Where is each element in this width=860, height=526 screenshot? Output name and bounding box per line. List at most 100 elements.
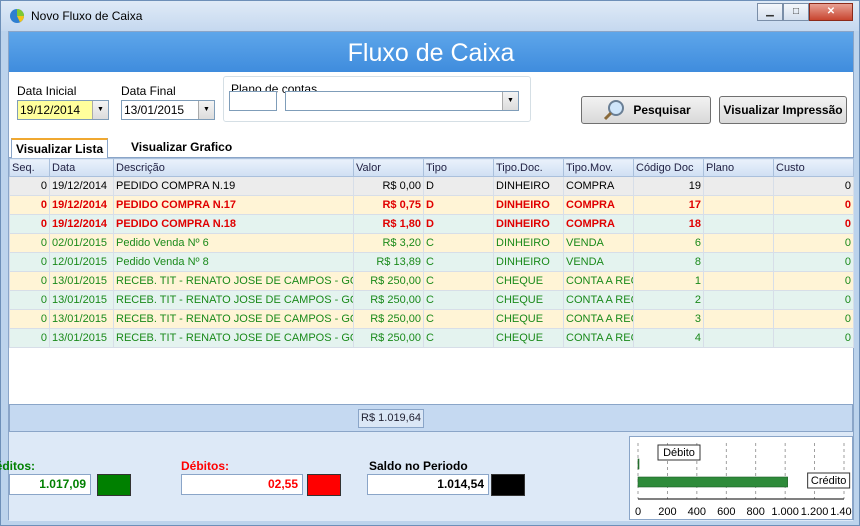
grid-column-header[interactable]: Descrição bbox=[113, 158, 354, 177]
table-cell-tipo: C bbox=[423, 252, 494, 272]
chart-data-label: Débito bbox=[657, 444, 701, 461]
table-cell-seq: 0 bbox=[9, 233, 50, 253]
table-row[interactable]: 0 13/01/2015 RECEB. TIT - RENATO JOSE DE C… bbox=[9, 328, 854, 348]
chevron-down-icon[interactable]: ▼ bbox=[92, 101, 108, 119]
table-cell-data: 19/12/2014 bbox=[49, 176, 114, 196]
title-bar[interactable]: Novo Fluxo de Caixa ▁ □ ✕ bbox=[1, 1, 859, 31]
grid-column-header[interactable]: Tipo bbox=[423, 158, 494, 177]
totals-chart: 0 200 400 600 800 1.0001.2001.400 Crédito Débit… bbox=[629, 436, 858, 520]
chevron-down-icon[interactable]: ▼ bbox=[198, 101, 214, 119]
table-row[interactable]: 0 19/12/2014 PEDIDO COMPRA N.17 R$ 0,75 D DIN… bbox=[9, 195, 854, 215]
table-row[interactable]: 0 12/01/2015 Pedido Venda Nº 8 R$ 13,89 C DIN… bbox=[9, 252, 854, 272]
grid-column-header[interactable]: Custo bbox=[773, 158, 854, 177]
plano-code-input[interactable] bbox=[229, 91, 277, 111]
table-cell-plano bbox=[703, 195, 774, 215]
grid-column-header[interactable]: Tipo.Mov. bbox=[563, 158, 634, 177]
table-cell-descricao: PEDIDO COMPRA N.18 bbox=[113, 214, 354, 234]
tab-visualizar-lista[interactable]: Visualizar Lista bbox=[11, 138, 109, 158]
chart-tick-label: 400 bbox=[688, 506, 706, 518]
table-cell-tipo: C bbox=[423, 328, 494, 348]
debitos-field: 02,55 bbox=[181, 474, 303, 495]
table-cell-data: 12/01/2015 bbox=[49, 252, 114, 272]
table-cell-tipo-mov: COMPRA bbox=[563, 214, 634, 234]
table-cell-descricao: Pedido Venda Nº 6 bbox=[113, 233, 354, 253]
table-cell-seq: 0 bbox=[9, 195, 50, 215]
table-cell-custo: 0 bbox=[773, 176, 854, 196]
table-cell-seq: 0 bbox=[9, 328, 50, 348]
close-button[interactable]: ✕ bbox=[809, 3, 853, 21]
totals-panel: Créditos: 1.017,09 Débitos: 02,55 Saldo … bbox=[0, 432, 858, 521]
plano-de-contas-select[interactable]: ▼ bbox=[285, 91, 519, 111]
table-cell-valor: R$ 1,80 bbox=[353, 214, 424, 234]
window-title: Novo Fluxo de Caixa bbox=[31, 9, 143, 23]
table-cell-tipo-doc: CHEQUE bbox=[493, 328, 564, 348]
table-cell-codigo: 3 bbox=[633, 309, 704, 329]
maximize-button[interactable]: □ bbox=[783, 3, 809, 21]
client-area: Fluxo de Caixa Data Inicial 19/12/2014 ▼… bbox=[0, 31, 858, 521]
page-title: Fluxo de Caixa bbox=[9, 32, 853, 72]
chart-data-label: Crédito bbox=[807, 472, 851, 489]
grid-column-header[interactable]: Plano bbox=[703, 158, 774, 177]
table-cell-custo: 0 bbox=[773, 195, 854, 215]
table-cell-codigo: 6 bbox=[633, 233, 704, 253]
table-cell-plano bbox=[703, 309, 774, 329]
table-cell-plano bbox=[703, 290, 774, 310]
chart-tick-label: 200 bbox=[658, 506, 676, 518]
data-inicial-field[interactable]: 19/12/2014 ▼ bbox=[17, 100, 109, 120]
saldo-label: Saldo no Periodo bbox=[369, 459, 468, 473]
table-cell-data: 13/01/2015 bbox=[49, 271, 114, 291]
chevron-down-icon[interactable]: ▼ bbox=[502, 92, 518, 110]
table-cell-seq: 0 bbox=[9, 309, 50, 329]
table-cell-data: 19/12/2014 bbox=[49, 214, 114, 234]
table-cell-codigo: 19 bbox=[633, 176, 704, 196]
table-cell-valor: R$ 250,00 bbox=[353, 309, 424, 329]
table-cell-tipo-mov: CONTA A RECEBER bbox=[563, 309, 634, 329]
table-cell-custo: 0 bbox=[773, 328, 854, 348]
chart-tick-label: 800 bbox=[747, 506, 765, 518]
table-cell-descricao: RECEB. TIT - RENATO JOSE DE CAMPOS - GOI… bbox=[113, 290, 354, 310]
chart-tick-label: 1.400 bbox=[830, 506, 852, 518]
table-cell-custo: 0 bbox=[773, 233, 854, 253]
table-cell-codigo: 2 bbox=[633, 290, 704, 310]
table-cell-valor: R$ 3,20 bbox=[353, 233, 424, 253]
saldo-color-swatch bbox=[491, 474, 525, 496]
chart-tick-label: 1.000 bbox=[771, 506, 799, 518]
table-row[interactable]: 0 19/12/2014 PEDIDO COMPRA N.19 R$ 0,00 D DIN… bbox=[9, 176, 854, 196]
table-row[interactable]: 0 13/01/2015 RECEB. TIT - RENATO JOSE DE C… bbox=[9, 290, 854, 310]
grid-column-header[interactable]: Valor bbox=[353, 158, 424, 177]
table-cell-plano bbox=[703, 233, 774, 253]
table-row[interactable]: 0 13/01/2015 RECEB. TIT - RENATO JOSE DE C… bbox=[9, 271, 854, 291]
grid-column-header[interactable]: Seq. bbox=[9, 158, 50, 177]
table-cell-seq: 0 bbox=[9, 290, 50, 310]
tab-visualizar-grafico[interactable]: Visualizar Grafico bbox=[127, 138, 236, 158]
table-cell-descricao: RECEB. TIT - RENATO JOSE DE CAMPOS - GOI… bbox=[113, 271, 354, 291]
totals-bar-chart: 0 200 400 600 800 1.0001.2001.400 Crédito Débit… bbox=[635, 443, 858, 518]
grid-column-header[interactable]: Tipo.Doc. bbox=[493, 158, 564, 177]
debitos-color-swatch bbox=[307, 474, 341, 496]
table-cell-tipo: C bbox=[423, 233, 494, 253]
table-cell-tipo-doc: CHEQUE bbox=[493, 290, 564, 310]
magnifier-icon bbox=[604, 100, 625, 121]
app-window: Novo Fluxo de Caixa ▁ □ ✕ Fluxo de Caixa… bbox=[0, 0, 860, 526]
grid-column-header[interactable]: Código Doc bbox=[633, 158, 704, 177]
data-final-field[interactable]: 13/01/2015 ▼ bbox=[121, 100, 215, 120]
table-row[interactable]: 0 19/12/2014 PEDIDO COMPRA N.18 R$ 1,80 D DIN… bbox=[9, 214, 854, 234]
pesquisar-button[interactable]: Pesquisar bbox=[581, 96, 711, 124]
table-cell-seq: 0 bbox=[9, 252, 50, 272]
table-cell-codigo: 1 bbox=[633, 271, 704, 291]
grid-column-header[interactable]: Data bbox=[49, 158, 114, 177]
table-row[interactable]: 0 02/01/2015 Pedido Venda Nº 6 R$ 3,20 C DINH… bbox=[9, 233, 854, 253]
table-cell-descricao: PEDIDO COMPRA N.19 bbox=[113, 176, 354, 196]
data-final-label: Data Final bbox=[121, 84, 176, 98]
table-row[interactable]: 0 13/01/2015 RECEB. TIT - RENATO JOSE DE C… bbox=[9, 309, 854, 329]
chart-tick-label: 600 bbox=[717, 506, 735, 518]
table-cell-plano bbox=[703, 214, 774, 234]
table-cell-descricao: RECEB. TIT - RENATO JOSE DE CAMPOS - GOI… bbox=[113, 309, 354, 329]
table-cell-seq: 0 bbox=[9, 214, 50, 234]
table-cell-plano bbox=[703, 271, 774, 291]
minimize-button[interactable]: ▁ bbox=[757, 3, 783, 21]
creditos-field: 1.017,09 bbox=[9, 474, 91, 495]
chart-bar-debito bbox=[637, 458, 640, 470]
visualizar-impressao-button[interactable]: Visualizar Impressão bbox=[719, 96, 847, 124]
table-cell-plano bbox=[703, 328, 774, 348]
